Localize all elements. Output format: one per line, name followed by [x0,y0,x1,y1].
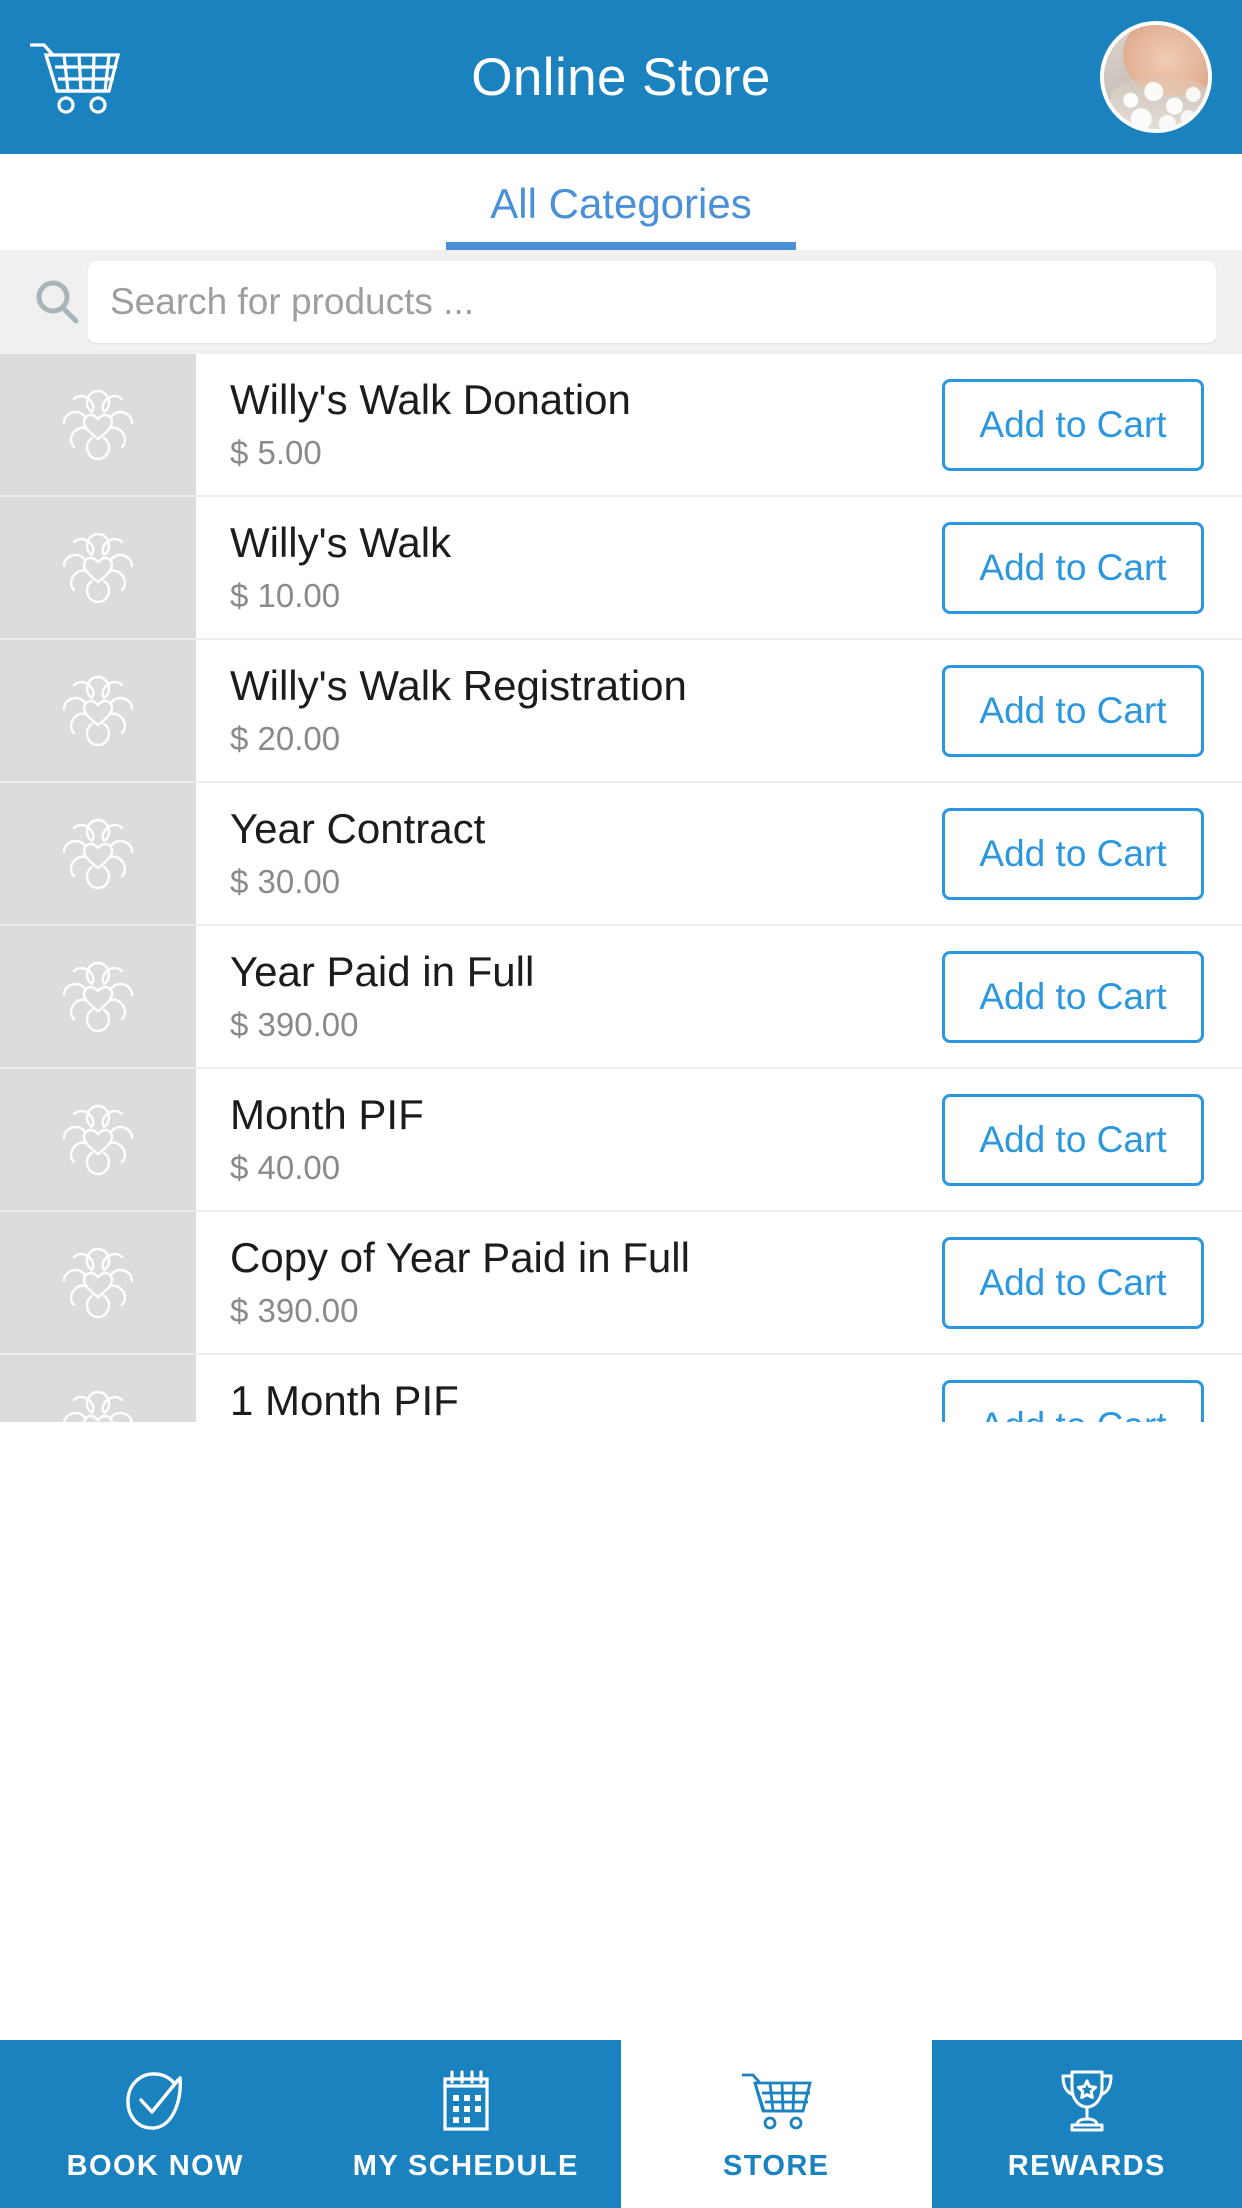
product-row[interactable]: Copy of Year Paid in Full $ 390.00 Add t… [0,1212,1242,1355]
product-thumbnail [0,1212,196,1353]
add-to-cart-button[interactable]: Add to Cart [942,950,1204,1043]
product-name: Willy's Walk Donation [230,375,631,423]
product-name: Month PIF [230,1090,424,1138]
product-name: Willy's Walk Registration [230,661,687,709]
flower-heart-logo-icon [62,389,134,460]
flower-heart-logo-icon [62,532,134,603]
nav-item-book-now[interactable]: BOOK NOW [0,2040,311,2208]
product-info: Year Paid in Full $ 390.00 [196,926,942,1067]
add-to-cart-button[interactable]: Add to Cart [942,521,1204,614]
nav-item-label: BOOK NOW [66,2149,244,2182]
flower-heart-logo-icon [62,1104,134,1175]
product-info: Willy's Walk $ 10.00 [196,497,942,638]
product-action: Add to Cart [942,1212,1242,1353]
flower-heart-logo-icon [62,1247,134,1318]
search-icon [26,277,88,327]
product-price: $ 390.00 [230,1006,359,1044]
check-circle-icon [126,2071,183,2130]
product-action: Add to Cart [942,640,1242,781]
product-thumbnail [0,926,196,1067]
product-row[interactable]: Year Contract $ 30.00 Add to Cart [0,783,1242,926]
nav-item-label: MY SCHEDULE [352,2149,579,2182]
add-to-cart-button[interactable]: Add to Cart [942,1236,1204,1329]
bottom-navigation: BOOK NOW MY SCHEDULE STORE REWARDS [0,2040,1242,2208]
avatar[interactable] [1100,21,1212,133]
product-action: Add to Cart [942,497,1242,638]
flower-heart-logo-icon [62,818,134,889]
product-row[interactable]: Willy's Walk Donation $ 5.00 Add to Cart [0,354,1242,497]
product-name: Copy of Year Paid in Full [230,1233,690,1281]
shopping-cart-icon [739,2066,813,2136]
calendar-icon [435,2066,497,2136]
search-input-wrapper[interactable] [88,261,1216,343]
product-row[interactable]: Year Paid in Full $ 390.00 Add to Cart [0,926,1242,1069]
add-to-cart-button[interactable]: Add to Cart [942,807,1204,900]
shopping-cart-icon [26,35,122,120]
search-input[interactable] [110,281,1194,323]
search-bar [0,250,1242,354]
product-price: $ 20.00 [230,720,341,758]
product-price: $ 10.00 [230,577,341,615]
product-action: Add to Cart [942,1069,1242,1210]
product-thumbnail [0,783,196,924]
product-thumbnail [0,1355,196,1422]
trophy-icon [1055,2066,1119,2136]
nav-item-label: REWARDS [1007,2149,1166,2182]
add-to-cart-button[interactable]: Add to Cart [942,664,1204,757]
product-action: Add to Cart [942,926,1242,1067]
product-name: 1 Month PIF [230,1376,459,1422]
add-to-cart-button[interactable]: Add to Cart [942,378,1204,471]
tab-all-categories[interactable]: All Categories [446,180,796,250]
product-thumbnail [0,640,196,781]
product-name: Willy's Walk [230,518,452,566]
flower-heart-logo-icon [62,675,134,746]
flower-heart-logo-icon [62,961,134,1032]
product-price: $ 30.00 [230,863,341,901]
product-name: Year Paid in Full [230,947,535,995]
check-circle-icon [122,2066,188,2136]
product-info: Willy's Walk Registration $ 20.00 [196,640,942,781]
nav-item-label: STORE [723,2149,830,2182]
product-price: $ 390.00 [230,1292,359,1330]
store-screen: Online Store All Categories Search for p… [0,0,1242,2208]
product-action: Add to Cart [942,354,1242,495]
product-info: 1 Month PIF $ 40.00 [196,1355,942,1422]
product-info: Willy's Walk Donation $ 5.00 [196,354,942,495]
product-thumbnail [0,497,196,638]
product-row[interactable]: Willy's Walk $ 10.00 Add to Cart [0,497,1242,640]
product-info: Copy of Year Paid in Full $ 390.00 [196,1212,942,1353]
product-price: $ 40.00 [230,1149,341,1187]
product-row[interactable]: Month PIF $ 40.00 Add to Cart [0,1069,1242,1212]
product-thumbnail [0,1069,196,1210]
product-info: Month PIF $ 40.00 [196,1069,942,1210]
product-action: Add to Cart [942,1355,1242,1422]
add-to-cart-button[interactable]: Add to Cart [942,1093,1204,1186]
header-cart-button[interactable] [26,32,136,122]
product-row[interactable]: 1 Month PIF $ 40.00 Add to Cart [0,1355,1242,1422]
product-info: Year Contract $ 30.00 [196,783,942,924]
app-header: Online Store [0,0,1242,154]
calendar-icon [443,2069,489,2131]
nav-item-store[interactable]: STORE [621,2040,932,2208]
product-price: $ 5.00 [230,434,322,472]
product-name: Year Contract [230,804,486,852]
product-row[interactable]: Willy's Walk Registration $ 20.00 Add to… [0,640,1242,783]
product-list[interactable]: Willy's Walk Donation $ 5.00 Add to Cart… [0,354,1242,1422]
nav-item-my-schedule[interactable]: MY SCHEDULE [310,2040,621,2208]
page-title: Online Store [471,47,771,107]
avatar-lace-detail [1110,77,1208,129]
category-tab-bar: All Categories [0,154,1242,250]
add-to-cart-button[interactable]: Add to Cart [942,1379,1204,1422]
product-action: Add to Cart [942,783,1242,924]
product-thumbnail [0,354,196,495]
shopping-cart-icon [742,2073,813,2129]
nav-item-rewards[interactable]: REWARDS [931,2040,1242,2208]
trophy-icon [1061,2070,1113,2131]
flower-heart-logo-icon [62,1390,134,1422]
